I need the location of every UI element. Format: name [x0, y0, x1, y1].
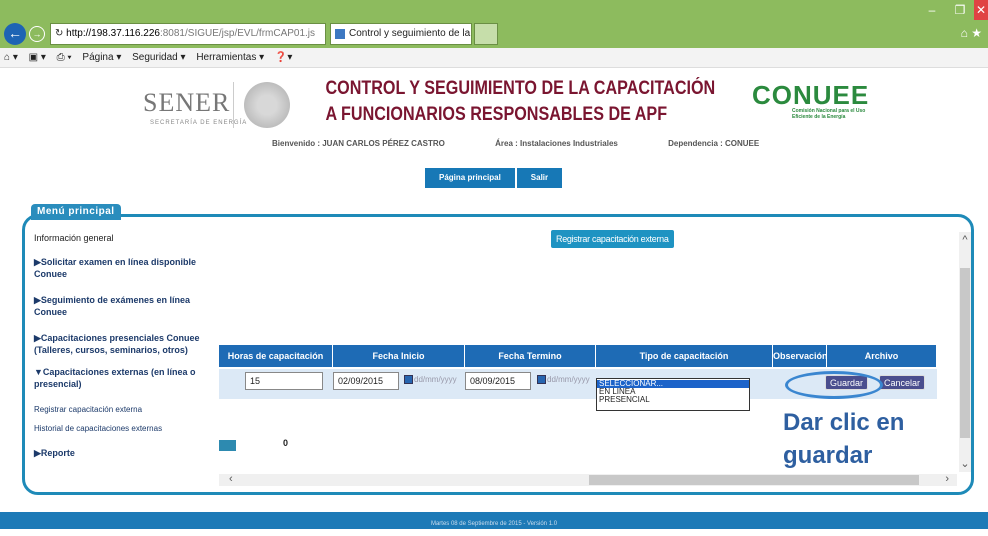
command-bar: ⌂ ▾ ▣ ▾ ⎙ ▾ Página ▾ Seguridad ▾ Herrami…: [0, 48, 988, 68]
page-title-line1: CONTROL Y SEGUIMIENTO DE LA CAPACITACIÓN: [325, 78, 716, 99]
calendar-icon[interactable]: [404, 375, 413, 384]
minimize-icon[interactable]: ‒: [918, 0, 946, 20]
content-area: Registrar capacitación externa Horas de …: [219, 226, 959, 488]
sidebar-label: Seguimiento de exámenes en línea Conuee: [34, 295, 190, 317]
col-file: Archivo: [827, 345, 937, 367]
col-hours: Horas de capacitación: [219, 345, 333, 367]
cancel-button[interactable]: Cancelar: [879, 375, 926, 390]
url-path: :8081/SIGUE/jsp/EVL/frmCAP01.js: [159, 28, 316, 39]
back-icon[interactable]: ←: [4, 23, 26, 45]
page-header: SENER SECRETARÍA DE ENERGÍA CONTROL Y SE…: [0, 68, 988, 208]
start-date-placeholder: dd/mm/yyyy: [414, 375, 457, 384]
scroll-down-icon[interactable]: ⌄: [959, 457, 971, 470]
horizontal-scrollbar[interactable]: ‹ ›: [219, 473, 957, 486]
sidebar-label: Capacitaciones presenciales Conuee (Tall…: [34, 333, 200, 355]
menu-seguridad[interactable]: Seguridad ▾: [132, 52, 185, 63]
vertical-scrollbar[interactable]: ^ ⌄: [959, 232, 971, 472]
home-star-icons[interactable]: ⌂ ★: [961, 26, 982, 40]
calendar-icon[interactable]: [537, 375, 546, 384]
url-host: http://198.37.116.226: [66, 28, 160, 39]
welcome-text: Bienvenido : JUAN CARLOS PÉREZ CASTRO: [272, 139, 445, 148]
sidebar: Información general ▶Solicitar examen en…: [34, 226, 219, 459]
logo-divider: [233, 82, 234, 128]
highlight-ellipse: [785, 371, 883, 399]
register-external-button[interactable]: Registrar capacitación externa: [551, 230, 674, 248]
sidebar-info[interactable]: Información general: [34, 232, 219, 244]
menu-pagina[interactable]: Página ▾: [82, 52, 121, 63]
col-obs: Observación: [773, 345, 828, 367]
start-date-input[interactable]: 02/09/2015: [333, 372, 399, 390]
record-count: 0: [283, 438, 289, 448]
training-type-select[interactable]: SELECCIONAR... EN LINEA PRESENCIAL: [596, 378, 750, 411]
area-text: Área : Instalaciones Industriales: [495, 139, 618, 148]
help-icon[interactable]: ❓▾: [275, 52, 292, 63]
close-icon[interactable]: ✕: [974, 0, 988, 20]
scroll-right-icon[interactable]: ›: [945, 473, 949, 485]
sidebar-label: Capacitaciones externas (en línea o pres…: [34, 367, 196, 389]
sidebar-label: Solicitar examen en línea disponible Con…: [34, 257, 196, 279]
sidebar-sub-historial[interactable]: Historial de capacitaciones externas: [34, 423, 219, 435]
new-tab-button[interactable]: [474, 23, 498, 45]
scroll-left-icon[interactable]: ‹: [229, 473, 233, 485]
address-bar: ← → ↻ http://198.37.116.226:8081/SIGUE/j…: [0, 20, 988, 48]
print-icon[interactable]: ⎙ ▾: [57, 52, 72, 63]
menu-herramientas[interactable]: Herramientas ▾: [196, 52, 264, 63]
table-header: Horas de capacitación Fecha Inicio Fecha…: [219, 345, 937, 367]
sidebar-sub-registrar[interactable]: Registrar capacitación externa: [34, 404, 219, 416]
end-date-placeholder: dd/mm/yyyy: [547, 375, 590, 384]
sidebar-item-reporte[interactable]: ▶Reporte: [34, 447, 219, 459]
home-icon[interactable]: ⌂ ▾: [4, 52, 18, 63]
sidebar-label: Reporte: [40, 448, 75, 458]
sidebar-item-solicitar[interactable]: ▶Solicitar examen en línea disponible Co…: [34, 256, 219, 280]
scroll-thumb[interactable]: [960, 268, 970, 438]
user-info: Bienvenido : JUAN CARLOS PÉREZ CASTRO Ár…: [272, 139, 807, 148]
conuee-subtitle: Comisión Nacional para el Uso Eficiente …: [792, 108, 866, 120]
end-date-input[interactable]: 08/09/2015: [465, 372, 531, 390]
government-seal-icon: [244, 82, 290, 128]
sidebar-item-seguimiento[interactable]: ▶Seguimiento de exámenes en línea Conuee: [34, 294, 219, 318]
instruction-callout: Dar clic en guardar: [783, 409, 905, 469]
pager-button[interactable]: [219, 440, 236, 451]
col-type: Tipo de capacitación: [596, 345, 773, 367]
dependencia-text: Dependencia : CONUEE: [668, 139, 760, 148]
reload-icon[interactable]: ↻: [55, 28, 66, 39]
favicon-icon: [335, 29, 345, 39]
menu-tab-label: Menú principal: [31, 204, 121, 220]
hours-input[interactable]: 15: [245, 372, 323, 390]
home-button[interactable]: Página principal: [425, 168, 515, 188]
sidebar-item-presenciales[interactable]: ▶Capacitaciones presenciales Conuee (Tal…: [34, 332, 219, 356]
sidebar-item-externas[interactable]: ▼Capacitaciones externas (en línea o pre…: [34, 366, 219, 390]
scroll-up-icon[interactable]: ^: [959, 234, 971, 246]
feeds-icon[interactable]: ▣ ▾: [29, 52, 46, 63]
top-nav: Página principal Salir: [425, 168, 564, 188]
col-end: Fecha Termino: [465, 345, 596, 367]
forward-icon[interactable]: →: [29, 26, 45, 42]
url-field[interactable]: ↻ http://198.37.116.226:8081/SIGUE/jsp/E…: [50, 23, 326, 45]
option-presencial[interactable]: PRESENCIAL: [597, 396, 749, 404]
page-footer: Martes 08 de Septiembre de 2015 - Versió…: [0, 512, 988, 529]
restore-icon[interactable]: ❐: [946, 0, 974, 20]
tab-title: Control y seguimiento de la...: [349, 28, 472, 39]
conuee-logo: CONUEE: [752, 80, 870, 110]
page-title-line2: A FUNCIONARIOS RESPONSABLES DE APF: [325, 104, 668, 125]
sener-logo: SENER: [143, 88, 231, 117]
exit-button[interactable]: Salir: [516, 168, 563, 188]
scroll-thumb[interactable]: [589, 475, 919, 485]
browser-tab[interactable]: Control y seguimiento de la...: [330, 23, 472, 45]
col-start: Fecha Inicio: [333, 345, 465, 367]
browser-title-bar: ‒ ❐ ✕: [0, 0, 988, 20]
